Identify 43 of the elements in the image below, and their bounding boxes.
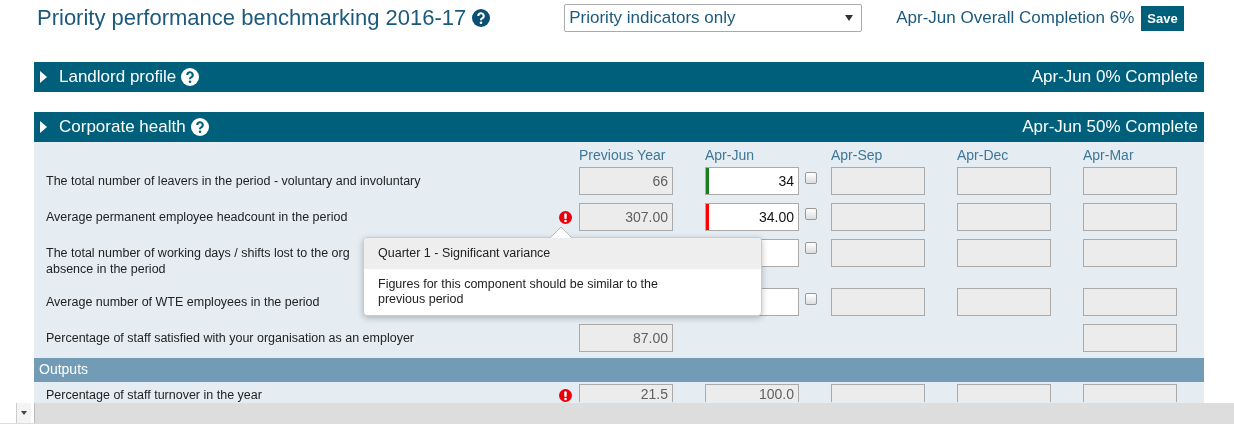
readonly-field: 21.5	[579, 384, 673, 402]
dropdown-button[interactable]	[16, 403, 31, 423]
column-header: Apr-Dec	[957, 147, 1010, 165]
section-title: Landlord profile	[59, 67, 177, 87]
help-icon	[181, 68, 200, 86]
indicator-label: Percentage of staff turnover in the year	[46, 387, 262, 403]
column-header: Apr-Mar	[1083, 147, 1135, 165]
column-header: Apr-Sep	[831, 147, 884, 165]
indicator-label: The total number of leavers in the period - voluntary and involuntary	[46, 173, 421, 189]
checkbox[interactable]	[805, 207, 817, 220]
checkbox[interactable]	[805, 292, 817, 305]
input-field[interactable]: 34.00	[705, 203, 799, 231]
save-button[interactable]: Save	[1141, 5, 1184, 31]
indicator-label: Average permanent employee headcount in the period	[46, 209, 348, 225]
readonly-field: 100.0	[705, 384, 799, 402]
caret-right-icon	[40, 71, 47, 83]
section-status: Apr-Jun 50% Complete	[1022, 117, 1198, 137]
section-status: Apr-Jun 0% Complete	[1031, 67, 1198, 87]
group-header: Outputs	[34, 358, 1204, 382]
caret-right-icon	[40, 121, 47, 133]
page-title: Priority performance benchmarking 2016-17	[37, 5, 467, 31]
caret-icon	[845, 15, 854, 21]
column-header: Previous Year	[579, 147, 667, 165]
indicator-label: Average number of WTE employees in the period	[46, 294, 320, 310]
help-icon	[190, 118, 209, 136]
indicator-label: Percentage of staff satisfied with your organisation as an employer	[46, 330, 415, 346]
input-field[interactable]: 34	[705, 167, 799, 195]
column-header: Apr-Jun	[705, 147, 756, 165]
section-header[interactable]: Corporate health Apr-Jun 50% Complete	[34, 112, 1204, 142]
readonly-field: 66	[579, 167, 673, 195]
overall-completion: Apr-Jun Overall Completion 6%	[896, 8, 1135, 28]
readonly-field: 87.00	[579, 324, 673, 352]
checkbox[interactable]	[805, 242, 817, 254]
readonly-field: 307.00	[579, 203, 673, 231]
checkbox[interactable]	[805, 171, 817, 184]
section-header[interactable]: Landlord profile Apr-Jun 0% Complete	[34, 62, 1204, 92]
caret-icon	[21, 411, 27, 415]
tooltip-title: Quarter 1 - Significant variance	[364, 238, 761, 269]
help-icon	[472, 9, 491, 27]
section-title: Corporate health	[59, 117, 186, 137]
tooltip-text: Figures for this component should be similar to the previous period	[378, 277, 659, 307]
indicator-label: The total number of working days / shifts lost to the org absence in the period	[46, 245, 350, 277]
filter-dropdown[interactable]: Priority indicators only	[564, 4, 863, 32]
